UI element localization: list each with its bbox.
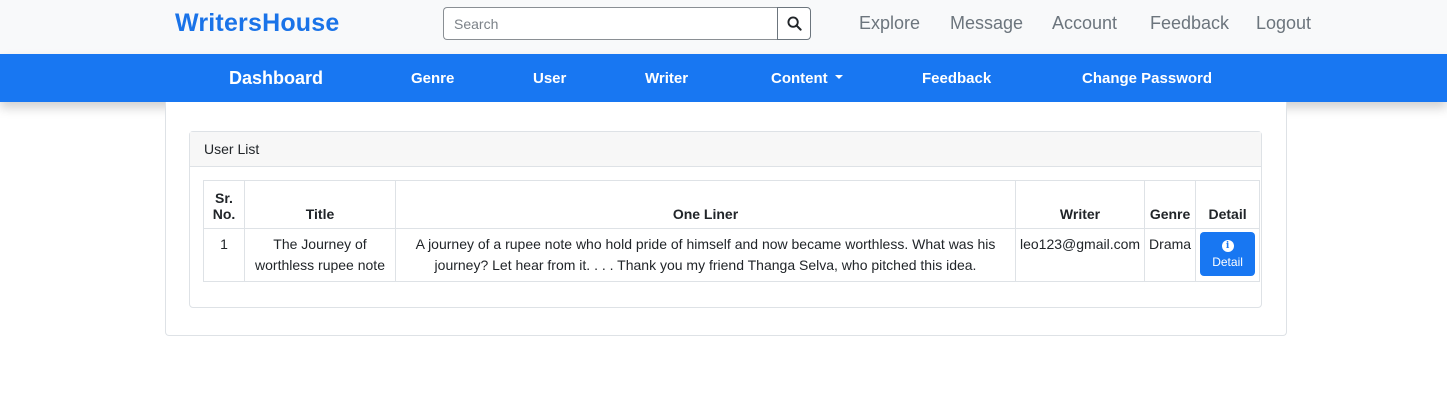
nav-feedback-admin[interactable]: Feedback [922,70,991,87]
search-button[interactable] [777,7,811,40]
cell-writer: leo123@gmail.com [1014,228,1146,282]
search-form [443,7,811,40]
cell-one-liner: A journey of a rupee note who hold pride… [395,228,1016,282]
chevron-down-icon [834,75,843,80]
detail-button-label: Detail [1212,254,1243,269]
nav-user[interactable]: User [533,70,566,87]
col-header-writer: Writer [1014,180,1146,229]
user-list-table: Sr. No. Title One Liner Writer Genre Det… [203,180,1261,282]
nav-writer[interactable]: Writer [645,70,688,87]
info-icon: i [1221,239,1234,252]
main-navbar: Dashboard Genre User Writer Content Feed… [0,54,1447,102]
search-input[interactable] [443,7,777,40]
nav-feedback[interactable]: Feedback [1150,13,1229,34]
nav-content-dropdown[interactable]: Content [771,70,843,87]
col-header-title: Title [244,180,396,229]
table-row: 1 The Journey of worthless rupee note A … [203,228,1261,282]
col-header-one-liner: One Liner [395,180,1016,229]
brand-logo[interactable]: WritersHouse [175,9,340,38]
nav-change-password[interactable]: Change Password [1082,70,1212,87]
nav-content-label: Content [771,70,828,87]
col-header-genre: Genre [1144,180,1197,229]
top-navbar: WritersHouse Explore Message Account Fee… [0,0,1447,54]
nav-logout[interactable]: Logout [1256,13,1311,34]
search-icon [786,16,802,31]
nav-account[interactable]: Account [1052,13,1117,34]
cell-title: The Journey of worthless rupee note [244,228,396,282]
nav-explore[interactable]: Explore [859,13,920,34]
detail-button[interactable]: i Detail [1200,232,1256,276]
nav-message[interactable]: Message [950,13,1023,34]
cell-detail: i Detail [1195,228,1261,282]
nav-genre[interactable]: Genre [411,70,454,87]
nav-dashboard[interactable]: Dashboard [229,68,323,89]
table-header-row: Sr. No. Title One Liner Writer Genre Det… [203,180,1261,229]
cell-genre: Drama [1144,228,1197,282]
col-header-detail: Detail [1195,180,1261,229]
cell-sr: 1 [203,228,245,282]
card-title: User List [190,132,1261,167]
col-header-sr: Sr. No. [203,180,245,229]
